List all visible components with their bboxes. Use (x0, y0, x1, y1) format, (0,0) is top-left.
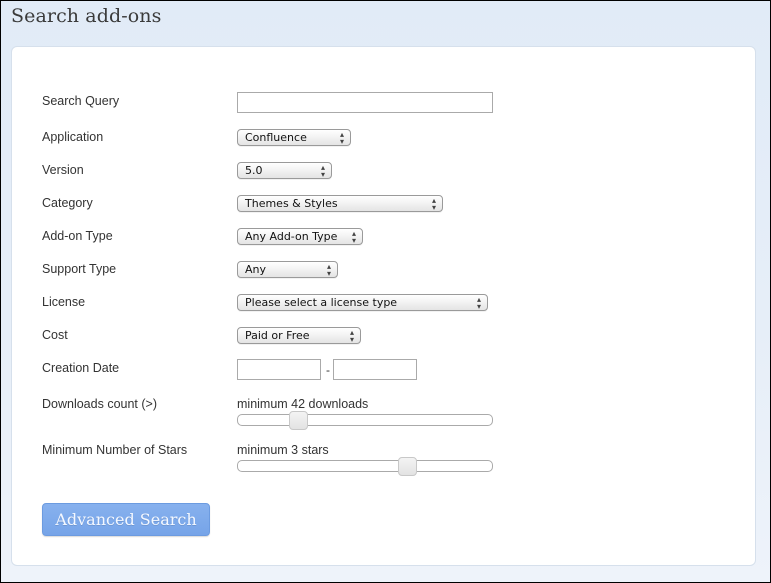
license-selected-value: Please select a license type (245, 296, 398, 309)
license-label: License (42, 295, 86, 309)
category-select[interactable]: Themes & Styles ▴ ▾ (237, 195, 443, 212)
category-selected-value: Themes & Styles (245, 197, 338, 210)
search-query-label: Search Query (42, 94, 120, 108)
support-type-selected-value: Any (245, 263, 267, 276)
downloads-slider-handle[interactable] (288, 411, 308, 430)
select-arrows-icon: ▴ ▾ (326, 262, 331, 278)
cost-label: Cost (42, 328, 68, 342)
select-arrows-icon: ▴ ▾ (349, 328, 354, 344)
page-title: Search add-ons (11, 5, 162, 27)
version-label: Version (42, 163, 84, 177)
application-label: Application (42, 130, 104, 144)
license-select[interactable]: Please select a license type ▴ ▾ (237, 294, 488, 311)
select-arrows-icon: ▴ ▾ (320, 163, 325, 179)
stars-label: Minimum Number of Stars (42, 443, 188, 457)
support-type-select[interactable]: Any ▴ ▾ (237, 261, 338, 278)
select-arrows-icon: ▴ ▾ (351, 229, 356, 245)
downloads-caption: minimum 42 downloads (237, 397, 369, 411)
search-form-panel: Search Query Application Confluence ▴ ▾ V… (11, 46, 756, 566)
stars-caption: minimum 3 stars (237, 443, 329, 457)
application-selected-value: Confluence (245, 131, 307, 144)
cost-selected-value: Paid or Free (245, 329, 310, 342)
downloads-slider-track[interactable] (237, 411, 493, 430)
support-type-label: Support Type (42, 262, 117, 276)
version-select[interactable]: 5.0 ▴ ▾ (237, 162, 332, 179)
creation-date-range: - (237, 359, 437, 381)
stars-slider-group: minimum 3 stars (237, 443, 493, 476)
select-arrows-icon: ▴ ▾ (339, 130, 344, 146)
stars-slider-handle[interactable] (398, 457, 418, 476)
select-arrows-icon: ▴ ▾ (476, 295, 481, 311)
downloads-slider-group: minimum 42 downloads (237, 397, 493, 430)
creation-date-label: Creation Date (42, 361, 120, 375)
creation-date-from-input[interactable] (237, 359, 321, 380)
stars-slider-track[interactable] (237, 457, 493, 476)
application-select[interactable]: Confluence ▴ ▾ (237, 129, 351, 146)
advanced-search-button[interactable]: Advanced Search (42, 503, 210, 536)
version-selected-value: 5.0 (245, 164, 263, 177)
category-label: Category (42, 196, 93, 210)
addon-type-label: Add-on Type (42, 229, 113, 243)
downloads-label: Downloads count (>) (42, 397, 157, 411)
creation-date-to-input[interactable] (333, 359, 417, 380)
cost-select[interactable]: Paid or Free ▴ ▾ (237, 327, 361, 344)
select-arrows-icon: ▴ ▾ (431, 196, 436, 212)
addon-type-select[interactable]: Any Add-on Type ▴ ▾ (237, 228, 363, 245)
addon-type-selected-value: Any Add-on Type (245, 230, 338, 243)
search-query-input[interactable] (237, 92, 493, 113)
date-range-separator: - (326, 363, 330, 377)
